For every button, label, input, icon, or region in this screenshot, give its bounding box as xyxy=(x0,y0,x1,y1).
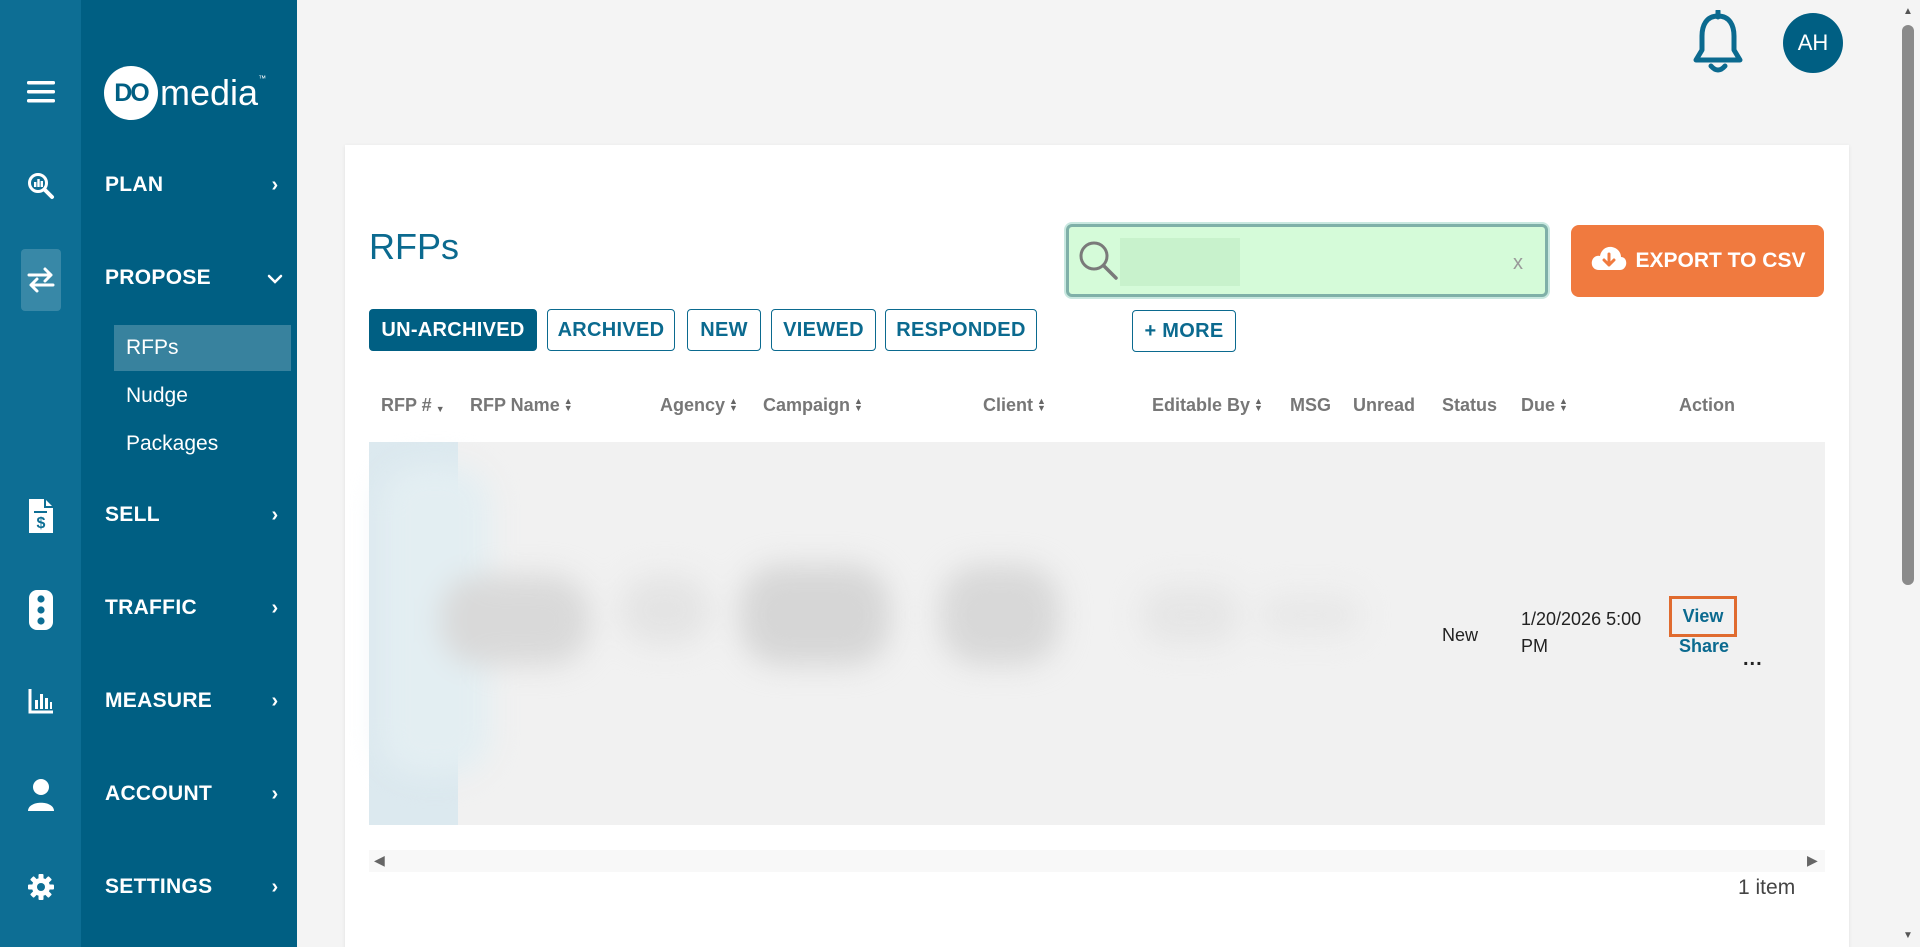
column-header-rfp-number[interactable]: RFP # ▼ xyxy=(381,394,445,416)
column-header-agency[interactable]: Agency ▲ ▼ xyxy=(660,394,738,416)
item-count: 1 item xyxy=(1738,876,1796,899)
logo-word: media xyxy=(160,72,259,113)
subitem-label: RFPs xyxy=(126,336,179,359)
domedia-logo[interactable]: DO media ™ xyxy=(104,66,266,120)
nav-item-label: SELL xyxy=(105,503,160,526)
filter-archived[interactable]: ARCHIVED xyxy=(547,309,675,351)
column-header-action: Action xyxy=(1679,394,1735,416)
row-view-link[interactable]: View xyxy=(1669,596,1737,637)
bar-chart-icon[interactable] xyxy=(0,686,81,716)
column-header-rfp-name[interactable]: RFP Name ▲ ▼ xyxy=(470,394,573,416)
search-chart-icon[interactable] xyxy=(0,168,81,204)
chevron-right-icon: › xyxy=(271,782,279,805)
nav-item-propose[interactable]: PROPOSE xyxy=(105,258,285,298)
column-label: MSG xyxy=(1290,394,1332,415)
row-status: New xyxy=(1442,625,1479,645)
column-label: Editable By xyxy=(1152,394,1251,415)
subitem-label: Packages xyxy=(126,432,219,455)
column-label: Due xyxy=(1521,394,1556,415)
search-input[interactable] xyxy=(1120,238,1240,286)
column-label: RFP # xyxy=(381,394,432,415)
scroll-left-arrow-icon[interactable]: ◀ xyxy=(374,852,385,869)
hamburger-menu-icon[interactable] xyxy=(0,72,81,112)
export-to-csv-button[interactable]: EXPORT TO CSV xyxy=(1571,225,1824,297)
column-header-campaign[interactable]: Campaign ▲ ▼ xyxy=(763,394,863,416)
invoice-dollar-icon[interactable]: $ xyxy=(0,496,81,536)
traffic-light-icon[interactable] xyxy=(0,588,81,632)
column-header-due[interactable]: Due ▲ ▼ xyxy=(1521,394,1568,416)
chevron-right-icon: › xyxy=(271,503,279,526)
row-share-link[interactable]: Share xyxy=(1679,636,1729,657)
nav-item-label: ACCOUNT xyxy=(105,782,213,805)
sidebar-subitem-rfps[interactable]: RFPs xyxy=(114,325,291,371)
column-header-msg: MSG xyxy=(1290,394,1331,416)
column-label: RFP Name xyxy=(470,394,560,415)
column-label: Action xyxy=(1679,394,1735,415)
logo-mark: DO xyxy=(104,66,158,120)
nav-item-label: MEASURE xyxy=(105,689,213,712)
sidebar-subitem-nudge[interactable]: Nudge xyxy=(114,373,291,419)
scroll-down-arrow-icon[interactable]: ▼ xyxy=(1902,930,1914,942)
sort-icon: ▲ ▼ xyxy=(563,396,573,413)
nav-item-account[interactable]: ACCOUNT › xyxy=(105,774,285,814)
nav-item-plan[interactable]: PLAN › xyxy=(105,165,285,205)
nav-item-settings[interactable]: SETTINGS › xyxy=(105,867,285,907)
more-filters-button[interactable]: + MORE xyxy=(1132,310,1236,352)
nav-item-traffic[interactable]: TRAFFIC › xyxy=(105,588,285,628)
search-icon xyxy=(1076,238,1120,282)
scroll-right-arrow-icon[interactable]: ▶ xyxy=(1807,852,1818,869)
filter-viewed[interactable]: VIEWED xyxy=(771,309,876,351)
column-label: Client xyxy=(983,394,1034,415)
search-clear-button[interactable]: x xyxy=(1508,248,1528,278)
sort-icon: ▲ ▼ xyxy=(1254,396,1263,413)
column-header-unread: Unread xyxy=(1353,394,1415,416)
chevron-right-icon: › xyxy=(271,596,279,619)
nav-item-measure[interactable]: MEASURE › xyxy=(105,681,285,721)
column-label: Status xyxy=(1442,394,1498,415)
chevron-right-icon: › xyxy=(271,173,279,196)
notification-bell-icon[interactable] xyxy=(1688,8,1748,76)
column-header-status: Status xyxy=(1442,394,1497,416)
user-icon[interactable] xyxy=(0,776,81,814)
svg-text:$: $ xyxy=(36,515,45,532)
redacted-row-content xyxy=(380,455,1420,795)
export-label: EXPORT TO CSV xyxy=(1635,249,1806,272)
sort-desc-icon: ▼ xyxy=(435,403,445,414)
column-label: Campaign xyxy=(763,394,851,415)
chevron-right-icon: › xyxy=(271,689,279,712)
column-label: Unread xyxy=(1353,394,1416,415)
logo-trademark: ™ xyxy=(258,74,267,83)
chevron-down-icon xyxy=(265,267,285,290)
row-due-time: PM xyxy=(1521,636,1548,656)
column-header-client[interactable]: Client ▲ ▼ xyxy=(983,394,1046,416)
filter-new[interactable]: NEW xyxy=(687,309,761,351)
user-avatar[interactable]: AH xyxy=(1783,13,1843,73)
row-due-date: 1/20/2026 5:00 xyxy=(1521,609,1642,629)
nav-item-label: SETTINGS xyxy=(105,875,213,898)
sort-icon: ▲ ▼ xyxy=(1037,396,1046,413)
column-label: Agency xyxy=(660,394,726,415)
page-title: RFPs xyxy=(369,226,459,267)
scroll-up-arrow-icon[interactable]: ▲ xyxy=(1902,6,1914,18)
page-scrollbar-thumb[interactable] xyxy=(1902,25,1914,585)
nav-item-sell[interactable]: SELL › xyxy=(105,495,285,535)
row-more-actions-button[interactable]: ... xyxy=(1743,648,1763,671)
sidebar-subitem-packages[interactable]: Packages xyxy=(114,421,291,467)
sort-icon: ▲ ▼ xyxy=(1559,396,1568,413)
swap-arrows-icon[interactable] xyxy=(21,249,61,311)
sort-icon: ▲ ▼ xyxy=(854,396,863,413)
filter-un-archived[interactable]: UN-ARCHIVED xyxy=(369,309,537,351)
nav-item-label: PROPOSE xyxy=(105,266,211,289)
subitem-label: Nudge xyxy=(126,384,188,407)
nav-item-label: TRAFFIC xyxy=(105,596,197,619)
sort-icon: ▲ ▼ xyxy=(729,396,738,413)
column-header-editable-by[interactable]: Editable By ▲ ▼ xyxy=(1152,394,1263,416)
filter-responded[interactable]: RESPONDED xyxy=(885,309,1037,351)
gear-icon[interactable] xyxy=(0,872,81,902)
nav-item-label: PLAN xyxy=(105,173,164,196)
chevron-right-icon: › xyxy=(271,875,279,898)
cloud-download-icon xyxy=(1590,244,1628,278)
table-horizontal-scrollbar[interactable] xyxy=(369,850,1825,872)
